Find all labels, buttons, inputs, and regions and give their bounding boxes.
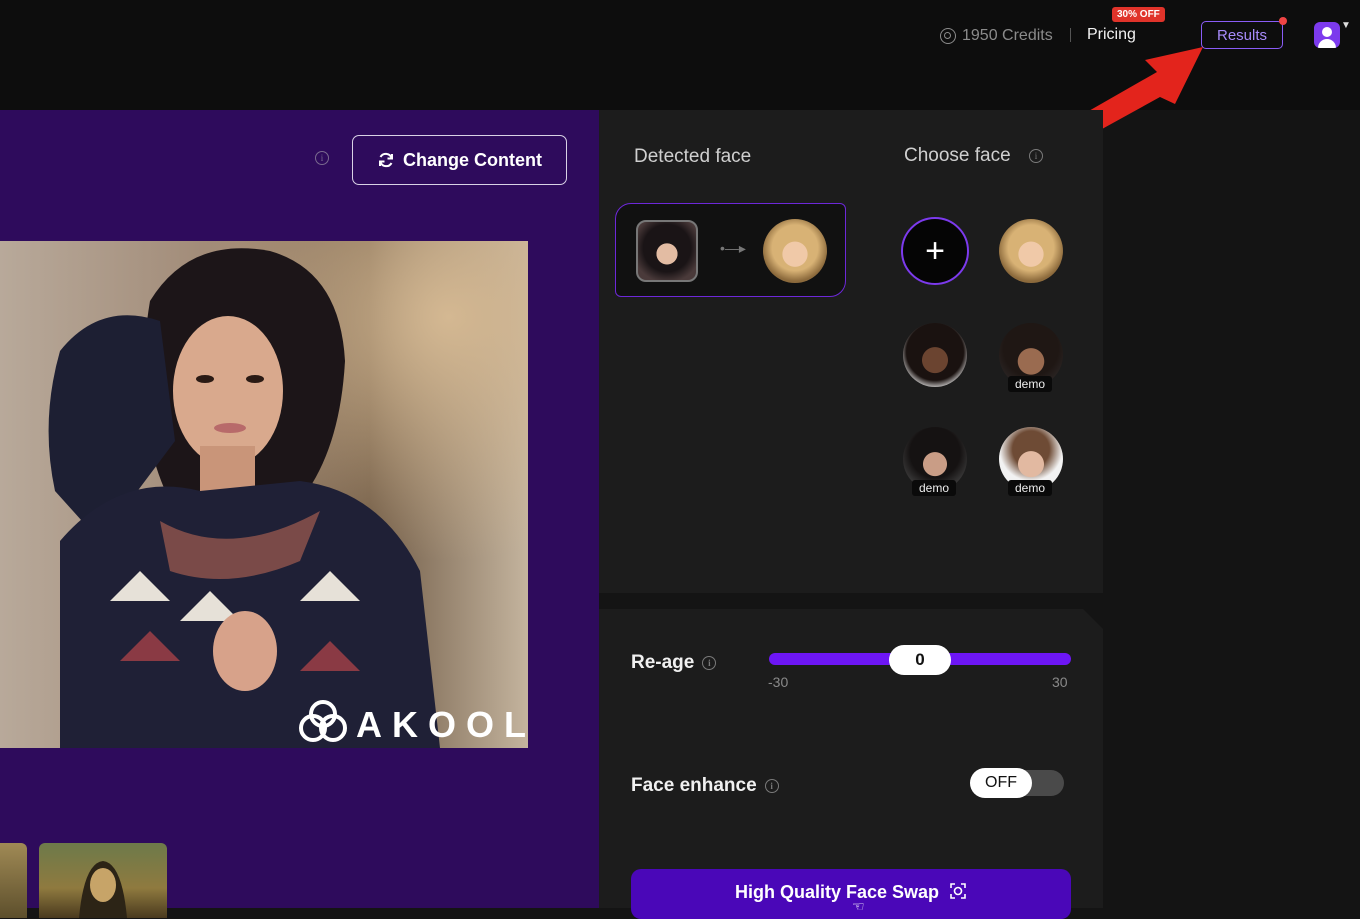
content-thumbnail[interactable] xyxy=(0,843,27,918)
arrow-right-icon: •—▸ xyxy=(720,240,746,256)
face-selection-panel: Detected face Choose face i •—▸ + demo d… xyxy=(599,110,1103,593)
choose-face-title: Choose face xyxy=(904,145,1011,166)
user-avatar-icon[interactable] xyxy=(1314,22,1340,48)
chevron-down-icon[interactable]: ▼ xyxy=(1341,20,1351,31)
akool-logo-icon xyxy=(299,700,347,742)
reage-label: Re-age i xyxy=(631,652,717,674)
reage-min: -30 xyxy=(768,674,789,690)
plus-icon: + xyxy=(925,231,945,270)
content-panel: i Change Content AKOOL xyxy=(0,110,599,918)
content-image: AKOOL xyxy=(0,241,528,748)
detected-face-title: Detected face xyxy=(634,146,752,167)
face-enhance-label: Face enhance i xyxy=(631,775,779,797)
info-icon[interactable]: i xyxy=(764,779,779,793)
face-option[interactable] xyxy=(999,219,1063,283)
cursor-icon: ☜ xyxy=(852,898,865,914)
watermark-text: AKOOL xyxy=(356,704,528,745)
face-pair[interactable]: •—▸ xyxy=(615,203,846,297)
refresh-icon xyxy=(379,152,393,168)
face-option[interactable] xyxy=(903,323,967,387)
reage-max: 30 xyxy=(1052,674,1068,690)
face-enhance-toggle[interactable]: OFF xyxy=(970,768,1064,798)
credits-text: 1950 Credits xyxy=(962,27,1053,44)
face-scan-icon xyxy=(950,883,966,899)
demo-tag: demo xyxy=(1008,376,1053,392)
reage-slider-thumb[interactable]: 0 xyxy=(889,645,951,675)
top-bar: 1950 Credits Pricing 30% OFF Results ▼ xyxy=(0,0,1360,134)
demo-tag: demo xyxy=(912,480,957,496)
reage-label-text: Re-age xyxy=(631,652,695,673)
demo-tag: demo xyxy=(1008,480,1053,496)
change-content-button[interactable]: Change Content xyxy=(352,135,567,185)
face-swap-label: High Quality Face Swap xyxy=(734,882,940,902)
toggle-knob: OFF xyxy=(970,768,1032,798)
info-icon[interactable]: i xyxy=(1029,149,1043,163)
detected-face-thumbnail[interactable] xyxy=(636,220,698,282)
target-face-thumbnail[interactable] xyxy=(763,219,827,283)
settings-panel: Re-age i 0 -30 30 Face enhance i OFF Hig… xyxy=(599,609,1103,919)
content-thumbnail[interactable] xyxy=(39,843,167,918)
add-face-button[interactable]: + xyxy=(901,217,969,285)
info-icon[interactable]: i xyxy=(702,656,717,670)
face-swap-button[interactable]: High Quality Face Swap xyxy=(631,869,1071,919)
notification-dot xyxy=(1279,17,1287,25)
info-icon[interactable]: i xyxy=(315,151,329,165)
credits-display: 1950 Credits xyxy=(940,26,1053,46)
divider xyxy=(1070,28,1071,42)
discount-badge: 30% OFF xyxy=(1112,7,1165,22)
coin-icon xyxy=(940,28,956,44)
change-content-label: Change Content xyxy=(403,149,542,170)
face-enhance-label-text: Face enhance xyxy=(631,775,757,796)
